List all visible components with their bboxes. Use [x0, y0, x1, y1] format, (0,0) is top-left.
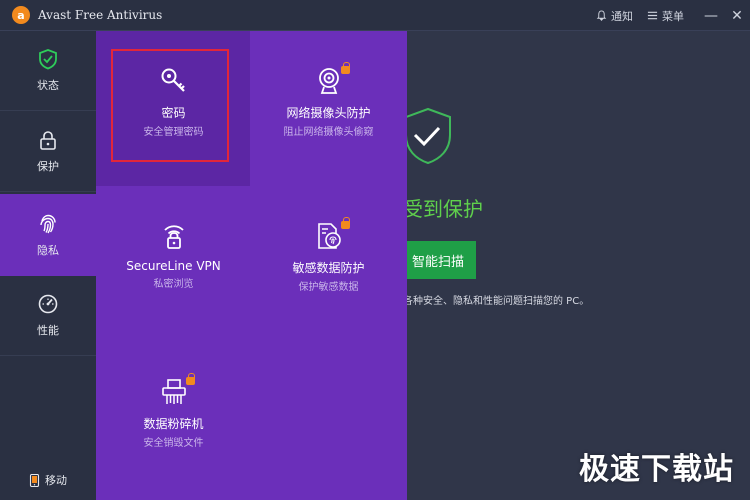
- title-bar: a Avast Free Antivirus 通知 菜单 — ✕: [0, 0, 750, 31]
- sidebar-item-label: 保护: [37, 160, 59, 173]
- fingerprint-icon: [40, 214, 56, 233]
- privacy-menu-panel: 密码 安全管理密码 网络摄像头防护 阻止网络摄像头偷窥 SecureLine V…: [96, 31, 407, 500]
- tile-subtitle: 私密浏览: [153, 279, 194, 290]
- shield-check-icon: [407, 107, 451, 165]
- notifications-button[interactable]: 通知: [596, 8, 633, 24]
- tile-title: 敏感数据防护: [292, 261, 365, 275]
- tile-subtitle: 阻止网络摄像头偷窥: [283, 127, 374, 138]
- menu-label: 菜单: [662, 9, 684, 23]
- scan-description: 各种安全、隐私和性能问题扫描您的 PC。: [407, 296, 590, 307]
- app-title: Avast Free Antivirus: [38, 8, 163, 22]
- sidebar-item-privacy[interactable]: 隐私: [0, 194, 96, 276]
- notifications-label: 通知: [611, 9, 633, 23]
- speedometer-icon: [38, 294, 58, 314]
- avast-logo-icon: a: [12, 6, 30, 24]
- tile-webcam-shield[interactable]: 网络摄像头防护 阻止网络摄像头偷窥: [251, 62, 406, 138]
- menu-button[interactable]: 菜单: [647, 8, 684, 24]
- sidebar-item-label: 性能: [37, 324, 59, 337]
- sidebar-item-status[interactable]: 状态: [0, 31, 96, 111]
- highlight-box: [111, 49, 229, 162]
- sidebar-item-label: 状态: [37, 79, 59, 92]
- sidebar-item-performance[interactable]: 性能: [0, 276, 96, 356]
- premium-lock-icon: [341, 62, 350, 74]
- tile-secureline-vpn[interactable]: SecureLine VPN 私密浏览: [96, 221, 251, 290]
- tile-sensitive-data-shield[interactable]: 敏感数据防护 保护敏感数据: [251, 217, 406, 293]
- tile-title: 数据粉碎机: [143, 417, 204, 431]
- protection-status-text: 受到保护: [407, 197, 483, 221]
- wifi-lock-icon: [163, 225, 184, 249]
- bell-icon: [596, 10, 607, 21]
- mobile-label: 移动: [45, 474, 67, 487]
- premium-lock-icon: [186, 373, 195, 385]
- main-status-area: 受到保护 智能扫描 各种安全、隐私和性能问题扫描您的 PC。 极速下载站: [407, 31, 750, 500]
- watermark: 极速下载站: [579, 452, 734, 487]
- tile-subtitle: 安全销毁文件: [143, 438, 204, 449]
- sidebar-item-protection[interactable]: 保护: [0, 112, 96, 192]
- webcam-icon: [318, 68, 339, 94]
- tile-title: SecureLine VPN: [126, 259, 221, 273]
- shredder-icon: [161, 379, 186, 404]
- hamburger-icon: [647, 11, 658, 20]
- tile-subtitle: 保护敏感数据: [298, 282, 359, 293]
- close-button[interactable]: ✕: [724, 0, 750, 31]
- sidebar-item-label: 隐私: [37, 243, 59, 257]
- document-fingerprint-icon: [317, 223, 341, 249]
- tile-data-shredder[interactable]: 数据粉碎机 安全销毁文件: [96, 373, 251, 449]
- smart-scan-button[interactable]: 智能扫描: [407, 241, 476, 279]
- mobile-phone-icon: [29, 473, 40, 487]
- premium-lock-icon: [341, 217, 350, 229]
- shield-check-icon: [39, 49, 57, 70]
- minimize-button[interactable]: —: [698, 0, 724, 31]
- tile-title: 网络摄像头防护: [286, 106, 371, 120]
- sidebar: 状态 保护 隐私 性能 移动: [0, 31, 96, 500]
- lock-icon: [40, 131, 56, 150]
- mobile-button[interactable]: 移动: [0, 460, 96, 500]
- title-bar-actions: 通知 菜单 — ✕: [596, 0, 750, 31]
